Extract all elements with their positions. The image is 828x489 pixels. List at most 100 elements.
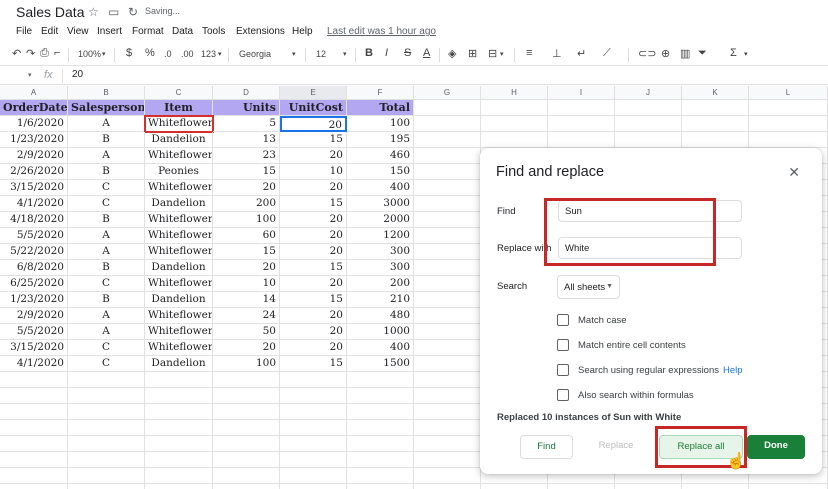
empty-cell[interactable] (0, 484, 68, 489)
empty-cell[interactable] (682, 484, 749, 489)
cell-units[interactable]: 23 (213, 148, 280, 164)
cell-item[interactable]: Whiteflowers (145, 340, 213, 356)
empty-cell[interactable] (145, 436, 213, 452)
empty-cell[interactable] (280, 420, 347, 436)
cell-total[interactable]: 200 (347, 276, 414, 292)
empty-cell[interactable] (414, 212, 481, 228)
cell-order-date[interactable]: 1/6/2020 (0, 116, 68, 132)
match-entire-cell-checkbox[interactable] (557, 339, 569, 351)
empty-cell[interactable] (280, 436, 347, 452)
empty-cell[interactable] (682, 100, 749, 116)
cell-salesperson[interactable]: B (68, 164, 145, 180)
cell-unit-cost[interactable]: 10 (280, 164, 347, 180)
cell-salesperson[interactable]: B (68, 292, 145, 308)
cell-order-date[interactable]: 6/8/2020 (0, 260, 68, 276)
vertical-align-icon[interactable]: ⊥ (552, 47, 562, 60)
increase-decimal-button[interactable]: .00 (181, 49, 194, 59)
empty-cell[interactable] (347, 372, 414, 388)
undo-icon[interactable]: ↶ (12, 47, 21, 60)
empty-cell[interactable] (414, 260, 481, 276)
print-icon[interactable]: ⎙ (40, 47, 49, 60)
empty-cell[interactable] (68, 388, 145, 404)
empty-cell[interactable] (213, 436, 280, 452)
empty-cell[interactable] (548, 132, 615, 148)
menu-insert[interactable]: Insert (97, 26, 122, 37)
cell-salesperson[interactable]: C (68, 356, 145, 372)
cell-order-date[interactable]: 3/15/2020 (0, 180, 68, 196)
cell-item[interactable]: Whiteflowers (145, 212, 213, 228)
cell-total[interactable]: 400 (347, 180, 414, 196)
cell-item[interactable]: Dandelion (145, 292, 213, 308)
cell-salesperson[interactable]: B (68, 132, 145, 148)
strikethrough-button[interactable]: S (404, 47, 411, 59)
empty-cell[interactable] (145, 468, 213, 484)
cell-unit-cost[interactable]: 15 (280, 356, 347, 372)
empty-cell[interactable] (414, 452, 481, 468)
empty-cell[interactable] (414, 484, 481, 489)
move-folder-icon[interactable]: ▭ (108, 5, 119, 19)
empty-cell[interactable] (414, 356, 481, 372)
cell-units[interactable]: 15 (213, 244, 280, 260)
cell-total[interactable]: 2000 (347, 212, 414, 228)
empty-cell[interactable] (414, 340, 481, 356)
cell-order-date[interactable]: 3/15/2020 (0, 340, 68, 356)
search-scope-select[interactable]: All sheets ▼ (557, 275, 620, 299)
cell-units[interactable]: 14 (213, 292, 280, 308)
horizontal-align-icon[interactable]: ≡ (526, 47, 532, 59)
empty-cell[interactable] (280, 468, 347, 484)
cell-order-date[interactable]: 5/5/2020 (0, 228, 68, 244)
cell-total[interactable]: 150 (347, 164, 414, 180)
cell-units[interactable]: 50 (213, 324, 280, 340)
empty-cell[interactable] (213, 484, 280, 489)
more-formats-button[interactable]: 123 (201, 49, 216, 59)
regex-checkbox[interactable] (557, 364, 569, 376)
empty-cell[interactable] (68, 420, 145, 436)
empty-cell[interactable] (414, 180, 481, 196)
insert-link-icon[interactable]: ⊂⊃ (638, 47, 656, 60)
menu-format[interactable]: Format (132, 26, 164, 37)
cell-unit-cost[interactable]: 20 (280, 324, 347, 340)
cell-unit-cost[interactable]: 20 (280, 308, 347, 324)
insert-chart-icon[interactable]: ▥ (680, 47, 690, 60)
empty-cell[interactable] (481, 132, 548, 148)
cell-unit-cost[interactable]: 20 (280, 148, 347, 164)
filter-icon[interactable]: ⏷ (698, 47, 707, 60)
empty-cell[interactable] (414, 324, 481, 340)
cell-order-date[interactable]: 5/22/2020 (0, 244, 68, 260)
empty-cell[interactable] (213, 420, 280, 436)
empty-cell[interactable] (145, 452, 213, 468)
empty-cell[interactable] (347, 436, 414, 452)
empty-cell[interactable] (414, 244, 481, 260)
cell-total[interactable]: 480 (347, 308, 414, 324)
cell-unit-cost[interactable]: 20 (280, 276, 347, 292)
empty-cell[interactable] (481, 484, 548, 489)
empty-cell[interactable] (749, 116, 828, 132)
italic-button[interactable]: I (385, 47, 388, 59)
cell-item[interactable]: Dandelion (145, 196, 213, 212)
cell-total[interactable]: 1000 (347, 324, 414, 340)
header-cell-salesperson[interactable]: Salesperson (68, 100, 145, 116)
text-rotation-icon[interactable]: ⟋ (603, 47, 611, 60)
cell-order-date[interactable]: 4/1/2020 (0, 196, 68, 212)
cell-order-date[interactable]: 1/23/2020 (0, 132, 68, 148)
empty-cell[interactable] (213, 372, 280, 388)
cell-item[interactable]: Whiteflowers (145, 228, 213, 244)
cell-units[interactable]: 20 (213, 260, 280, 276)
empty-cell[interactable] (145, 372, 213, 388)
empty-cell[interactable] (0, 468, 68, 484)
empty-cell[interactable] (68, 436, 145, 452)
cell-order-date[interactable]: 2/9/2020 (0, 148, 68, 164)
borders-icon[interactable]: ⊞ (468, 47, 477, 60)
cell-units[interactable]: 100 (213, 356, 280, 372)
cell-unit-cost[interactable]: 20 (280, 180, 347, 196)
find-button[interactable]: Find (520, 435, 573, 459)
search-formulas-checkbox[interactable] (557, 389, 569, 401)
empty-cell[interactable] (414, 436, 481, 452)
empty-cell[interactable] (749, 132, 828, 148)
cell-item[interactable]: Whiteflowers (145, 276, 213, 292)
empty-cell[interactable] (280, 372, 347, 388)
paint-format-icon[interactable]: ⌐ (54, 47, 60, 59)
empty-cell[interactable] (414, 100, 481, 116)
cell-item[interactable]: Whiteflowers (145, 148, 213, 164)
cell-total[interactable]: 460 (347, 148, 414, 164)
